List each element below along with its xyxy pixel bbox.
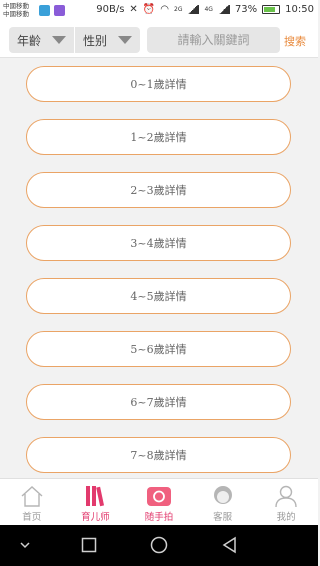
mute-icon: ✕ — [129, 4, 138, 15]
tab-snapshot[interactable]: 随手拍 — [127, 479, 191, 526]
tab-service-label: 客服 — [213, 512, 233, 523]
list-item[interactable]: 2~3歲詳情 — [26, 172, 291, 208]
person-icon — [275, 485, 297, 508]
bottom-tab-bar: 首页 育儿师 随手拍 客服 我的 — [0, 478, 318, 525]
search-button[interactable]: 搜索 — [284, 33, 316, 49]
tab-home-label: 首页 — [22, 512, 42, 523]
list-item[interactable]: 3~4歲詳情 — [26, 225, 291, 261]
filter-bar: 年齡 性别 搜索 — [0, 22, 318, 58]
search-input[interactable] — [147, 27, 280, 53]
status-bar: 中國移動 中國移動 90B/s ✕ ⏰ ◠ 2G 4G 73% 10:50 — [0, 0, 318, 22]
chevron-down-icon — [52, 36, 66, 44]
clock: 10:50 — [285, 4, 314, 15]
tab-parenting-label: 育儿师 — [81, 512, 110, 523]
list-item[interactable]: 4~5歲詳情 — [26, 278, 291, 314]
carrier-1: 中國移動 — [3, 2, 29, 10]
alarm-icon: ⏰ — [142, 4, 156, 15]
age-dropdown[interactable]: 年齡 — [9, 27, 74, 53]
list-item[interactable]: 6~7歲詳情 — [26, 384, 291, 420]
gender-dropdown[interactable]: 性别 — [75, 27, 140, 53]
battery-icon — [262, 5, 281, 14]
list-item[interactable]: 0~1歲詳情 — [26, 66, 291, 102]
signal-2g-label: 2G — [174, 6, 183, 13]
system-nav-bar — [0, 525, 318, 566]
tab-home[interactable]: 首页 — [0, 479, 64, 526]
back-icon[interactable] — [221, 536, 237, 554]
wifi-icon: ◠ — [160, 4, 169, 15]
notification-app-icon — [54, 5, 65, 16]
list-item[interactable]: 5~6歲詳情 — [26, 331, 291, 367]
chevron-down-icon — [118, 36, 132, 44]
recent-apps-icon[interactable] — [81, 537, 97, 553]
tab-snapshot-label: 随手拍 — [144, 512, 174, 523]
list-item[interactable]: 1~2歲詳情 — [26, 119, 291, 155]
notification-app-icon — [39, 5, 50, 16]
camera-icon — [146, 487, 171, 506]
home-icon — [21, 486, 43, 507]
home-nav-icon[interactable] — [150, 536, 168, 554]
tab-service[interactable]: 客服 — [191, 479, 255, 526]
books-icon — [86, 486, 105, 507]
service-icon — [213, 486, 232, 504]
carrier-info: 中國移動 中國移動 — [3, 2, 29, 18]
list-item[interactable]: 7~8歲詳情 — [26, 437, 291, 473]
age-dropdown-label: 年齡 — [17, 33, 42, 48]
tab-mine-label: 我的 — [276, 512, 296, 523]
signal-icon — [217, 5, 230, 14]
signal-icon — [187, 5, 200, 14]
hide-keyboard-icon[interactable] — [18, 540, 32, 550]
tab-parenting[interactable]: 育儿师 — [64, 479, 128, 526]
carrier-2: 中國移動 — [3, 10, 29, 18]
battery-percent: 73% — [234, 4, 258, 15]
signal-4g-label: 4G — [204, 6, 213, 13]
age-detail-list: 0~1歲詳情 1~2歲詳情 2~3歲詳情 3~4歲詳情 4~5歲詳情 5~6歲詳… — [0, 58, 318, 478]
status-indicators: 90B/s ✕ ⏰ ◠ 2G 4G 73% 10:50 — [96, 4, 314, 15]
tab-mine[interactable]: 我的 — [254, 479, 318, 526]
gender-dropdown-label: 性别 — [83, 33, 108, 48]
network-speed: 90B/s — [96, 4, 125, 15]
